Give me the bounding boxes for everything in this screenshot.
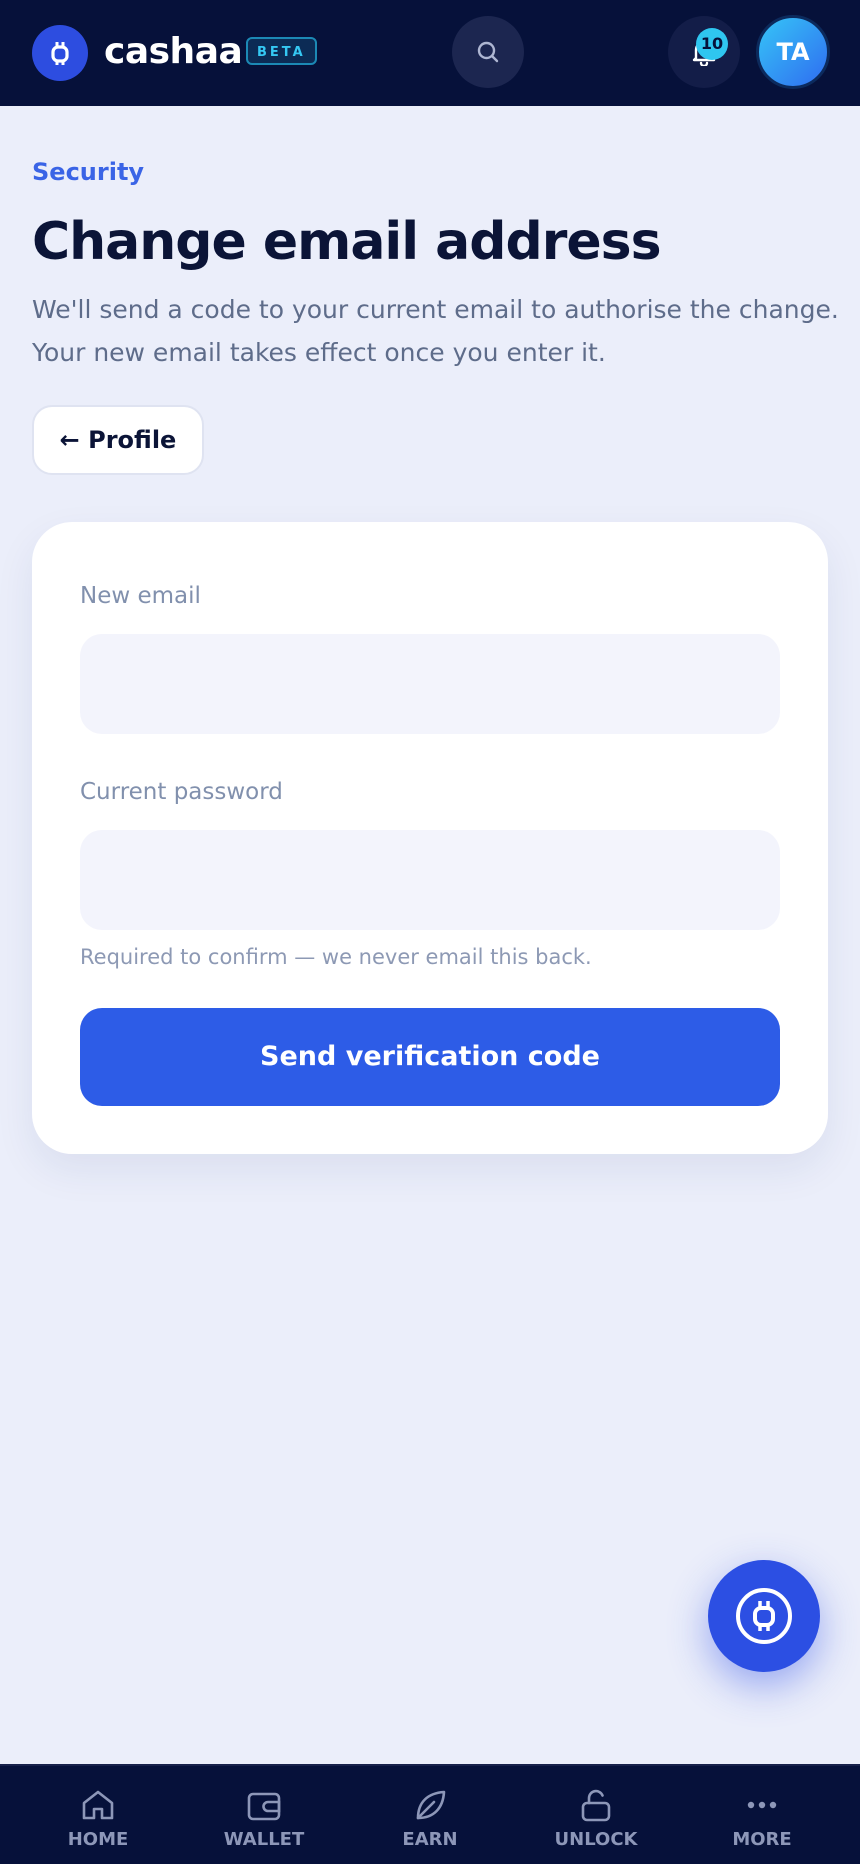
send-verification-code-button[interactable]: Send verification code bbox=[80, 1008, 780, 1106]
change-email-card: New email Current password Required to c… bbox=[32, 522, 828, 1154]
new-email-input[interactable] bbox=[80, 634, 780, 734]
back-to-profile-button[interactable]: ← Profile bbox=[32, 405, 204, 475]
cashaa-logo-icon[interactable] bbox=[32, 25, 88, 81]
bottom-nav: HOME WALLET EARN UNLOCK MORE bbox=[0, 1764, 860, 1864]
home-icon bbox=[82, 1790, 114, 1820]
nav-item-unlock[interactable]: UNLOCK bbox=[512, 1766, 680, 1864]
password-hint: Required to confirm — we never email thi… bbox=[80, 945, 592, 969]
page-description: We'll send a code to your current email … bbox=[32, 295, 839, 367]
search-button[interactable] bbox=[452, 16, 524, 88]
current-password-label: Current password bbox=[80, 779, 283, 805]
nav-item-earn[interactable]: EARN bbox=[346, 1766, 514, 1864]
brand-name[interactable]: cashaa bbox=[104, 28, 243, 76]
new-email-label: New email bbox=[80, 583, 201, 609]
top-bar: cashaa BETA 10 TA bbox=[0, 0, 860, 106]
nav-item-more[interactable]: MORE bbox=[678, 1766, 846, 1864]
cashaa-logo-icon bbox=[736, 1588, 792, 1644]
nav-label-earn: EARN bbox=[402, 1829, 458, 1850]
avatar[interactable]: TA bbox=[756, 15, 830, 89]
nav-item-wallet[interactable]: WALLET bbox=[180, 1766, 348, 1864]
search-icon bbox=[477, 41, 499, 63]
current-password-input[interactable] bbox=[80, 830, 780, 930]
nav-label-home: HOME bbox=[67, 1829, 129, 1850]
leaf-icon bbox=[416, 1790, 446, 1820]
notification-count-badge: 10 bbox=[696, 28, 728, 60]
cashaa-fab-button[interactable] bbox=[708, 1560, 820, 1672]
nav-label-more: MORE bbox=[732, 1829, 792, 1850]
wallet-icon bbox=[247, 1792, 281, 1821]
section-label: Security bbox=[32, 158, 145, 186]
more-icon bbox=[747, 1801, 777, 1809]
nav-item-home[interactable]: HOME bbox=[14, 1766, 182, 1864]
unlock-icon bbox=[581, 1789, 611, 1822]
nav-label-unlock: UNLOCK bbox=[554, 1829, 638, 1850]
nav-label-wallet: WALLET bbox=[223, 1829, 305, 1850]
beta-badge: BETA bbox=[246, 37, 317, 65]
page-title: Change email address bbox=[32, 212, 662, 272]
